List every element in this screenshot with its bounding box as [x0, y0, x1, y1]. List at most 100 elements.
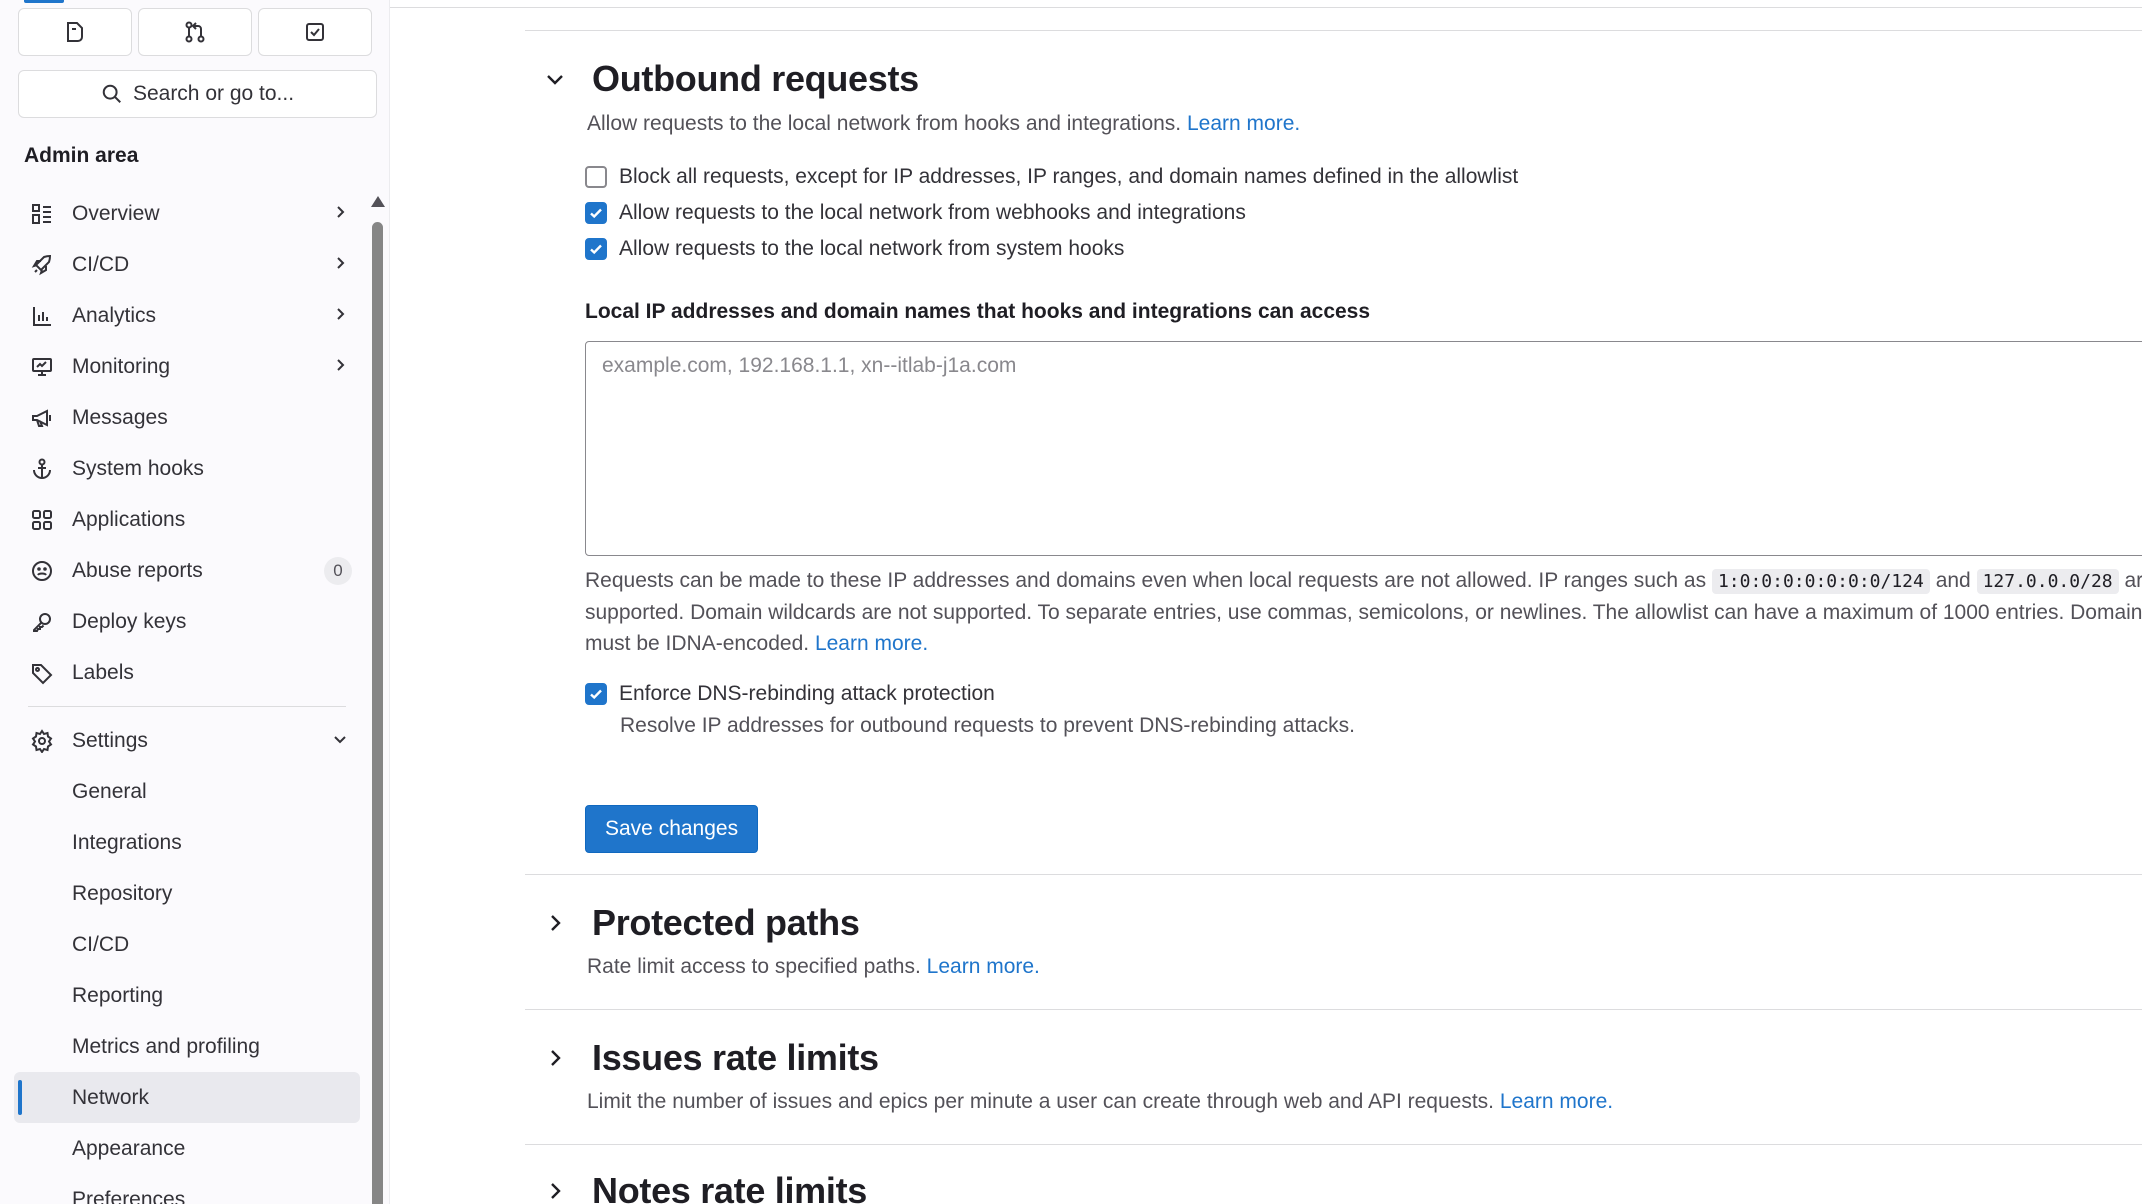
sidebar-subitem-network[interactable]: Network — [14, 1072, 360, 1123]
sidebar-item-deploy-keys[interactable]: Deploy keys — [14, 596, 360, 647]
checkbox-label: Allow requests to the local network from… — [619, 201, 1246, 224]
sidebar-subitem-general[interactable]: General — [14, 766, 360, 817]
sidebar-subitem-metrics[interactable]: Metrics and profiling — [14, 1021, 360, 1072]
sidebar-divider — [28, 706, 346, 707]
sidebar-item-label: Applications — [72, 507, 186, 531]
chevron-right-icon[interactable] — [540, 1043, 570, 1073]
sidebar-subitem-label: Integrations — [72, 830, 182, 854]
issues-rate-section-header[interactable]: Issues rate limits — [540, 1037, 879, 1079]
sidebar-subitem-label: Repository — [72, 881, 173, 905]
chevron-right-icon[interactable] — [540, 1176, 570, 1204]
section-description: Limit the number of issues and epics per… — [587, 1090, 1613, 1114]
sidebar-subitem-integrations[interactable]: Integrations — [14, 817, 360, 868]
sidebar-item-label: Analytics — [72, 303, 157, 327]
allowlist-textarea[interactable] — [585, 341, 2142, 556]
issues-icon — [67, 22, 83, 42]
checkbox-unchecked[interactable] — [585, 166, 607, 188]
chevron-down-icon[interactable] — [540, 64, 570, 94]
ip-range-example: 1:0:0:0:0:0:0:0/124 — [1711, 569, 1930, 594]
top-divider — [390, 7, 2142, 8]
allowlist-help-text: Requests can be made to these IP address… — [585, 565, 2142, 659]
abuse-icon — [28, 557, 56, 585]
section-description: Rate limit access to specified paths. Le… — [587, 955, 1040, 979]
section-title: Protected paths — [592, 902, 860, 943]
sidebar-subitem-label: Network — [72, 1085, 150, 1109]
issues-button[interactable] — [18, 8, 132, 56]
checkbox-checked[interactable] — [585, 238, 607, 260]
sidebar-item-labels[interactable]: Labels — [14, 647, 360, 698]
section-title: Outbound requests — [592, 58, 919, 99]
sidebar-subitem-repository[interactable]: Repository — [14, 868, 360, 919]
section-title: Notes rate limits — [592, 1170, 867, 1204]
sidebar-item-label: Monitoring — [72, 354, 171, 378]
sidebar-item-overview[interactable]: Overview — [14, 188, 360, 239]
chevron-right-icon — [332, 253, 348, 277]
sidebar-item-cicd[interactable]: CI/CD — [14, 239, 360, 290]
sidebar-item-analytics[interactable]: Analytics — [14, 290, 360, 341]
count-badge: 0 — [324, 556, 352, 585]
learn-more-link[interactable]: Learn more. — [1500, 1090, 1613, 1113]
sidebar-subitem-preferences[interactable]: Preferences — [14, 1174, 360, 1204]
learn-more-link[interactable]: Learn more. — [815, 632, 928, 655]
sidebar-item-label: Abuse reports — [72, 558, 203, 582]
section-description-text: Rate limit access to specified paths. — [587, 955, 921, 978]
dns-rebinding-option[interactable]: Enforce DNS-rebinding attack protection — [585, 682, 995, 706]
sidebar-subitem-label: CI/CD — [72, 932, 130, 956]
notes-rate-section-header[interactable]: Notes rate limits — [540, 1170, 867, 1204]
sidebar-item-abuse-reports[interactable]: Abuse reports 0 — [14, 545, 360, 596]
learn-more-link[interactable]: Learn more. — [1187, 112, 1300, 135]
chevron-right-icon — [332, 355, 348, 379]
merge-requests-button[interactable] — [138, 8, 252, 56]
sidebar-item-system-hooks[interactable]: System hooks — [14, 443, 360, 494]
sidebar-item-messages[interactable]: Messages — [14, 392, 360, 443]
help-text-part: and — [1935, 569, 1971, 592]
checkbox-checked[interactable] — [585, 202, 607, 224]
sidebar-item-label: System hooks — [72, 456, 204, 480]
todo-button[interactable] — [258, 8, 372, 56]
sidebar-subitem-label: General — [72, 779, 147, 803]
key-icon — [28, 608, 56, 636]
sidebar: Search or go to... Admin area Overview C… — [0, 0, 390, 1204]
chevron-right-icon[interactable] — [540, 908, 570, 938]
section-divider — [525, 874, 2142, 875]
section-divider — [525, 1144, 2142, 1145]
sidebar-scrollbar[interactable] — [371, 196, 385, 1204]
section-divider — [525, 30, 2142, 31]
sidebar-item-label: Overview — [72, 201, 160, 225]
grid-icon — [28, 506, 56, 534]
checkbox-label: Enforce DNS-rebinding attack protection — [619, 682, 995, 705]
sidebar-nav: Overview CI/CD Analytics Monitoring Mess… — [14, 188, 360, 1204]
sidebar-item-monitoring[interactable]: Monitoring — [14, 341, 360, 392]
merge-request-icon — [185, 21, 205, 43]
monitor-icon — [28, 353, 56, 381]
save-changes-button[interactable]: Save changes — [585, 805, 759, 853]
sidebar-item-label: Labels — [72, 660, 134, 684]
sidebar-item-settings[interactable]: Settings — [14, 715, 360, 766]
protected-paths-section-header[interactable]: Protected paths — [540, 902, 860, 944]
learn-more-link[interactable]: Learn more. — [927, 955, 1040, 978]
anchor-icon — [28, 455, 56, 483]
scroll-thumb[interactable] — [372, 222, 383, 1204]
allow-system-hooks-local-option[interactable]: Allow requests to the local network from… — [585, 237, 1124, 261]
section-description-text: Limit the number of issues and epics per… — [587, 1090, 1495, 1113]
megaphone-icon — [28, 404, 56, 432]
scroll-up-arrow[interactable] — [371, 196, 385, 207]
block-all-requests-option[interactable]: Block all requests, except for IP addres… — [585, 165, 1518, 189]
label-icon — [28, 659, 56, 687]
overview-icon — [28, 200, 56, 228]
sidebar-item-label: Messages — [72, 405, 168, 429]
sidebar-subitem-cicd[interactable]: CI/CD — [14, 919, 360, 970]
check-icon — [590, 689, 602, 700]
allow-webhooks-local-option[interactable]: Allow requests to the local network from… — [585, 201, 1246, 225]
search-button[interactable]: Search or go to... — [18, 70, 377, 118]
sidebar-subitem-reporting[interactable]: Reporting — [14, 970, 360, 1021]
sidebar-subitem-label: Appearance — [72, 1136, 186, 1160]
sidebar-subitem-appearance[interactable]: Appearance — [14, 1123, 360, 1174]
dns-rebinding-description: Resolve IP addresses for outbound reques… — [620, 714, 1356, 737]
allowlist-label: Local IP addresses and domain names that… — [585, 300, 1371, 323]
rocket-icon — [28, 251, 56, 279]
sidebar-item-applications[interactable]: Applications — [14, 494, 360, 545]
outbound-section-header[interactable]: Outbound requests — [540, 58, 919, 100]
checkbox-checked[interactable] — [585, 683, 607, 705]
check-icon — [590, 208, 602, 219]
